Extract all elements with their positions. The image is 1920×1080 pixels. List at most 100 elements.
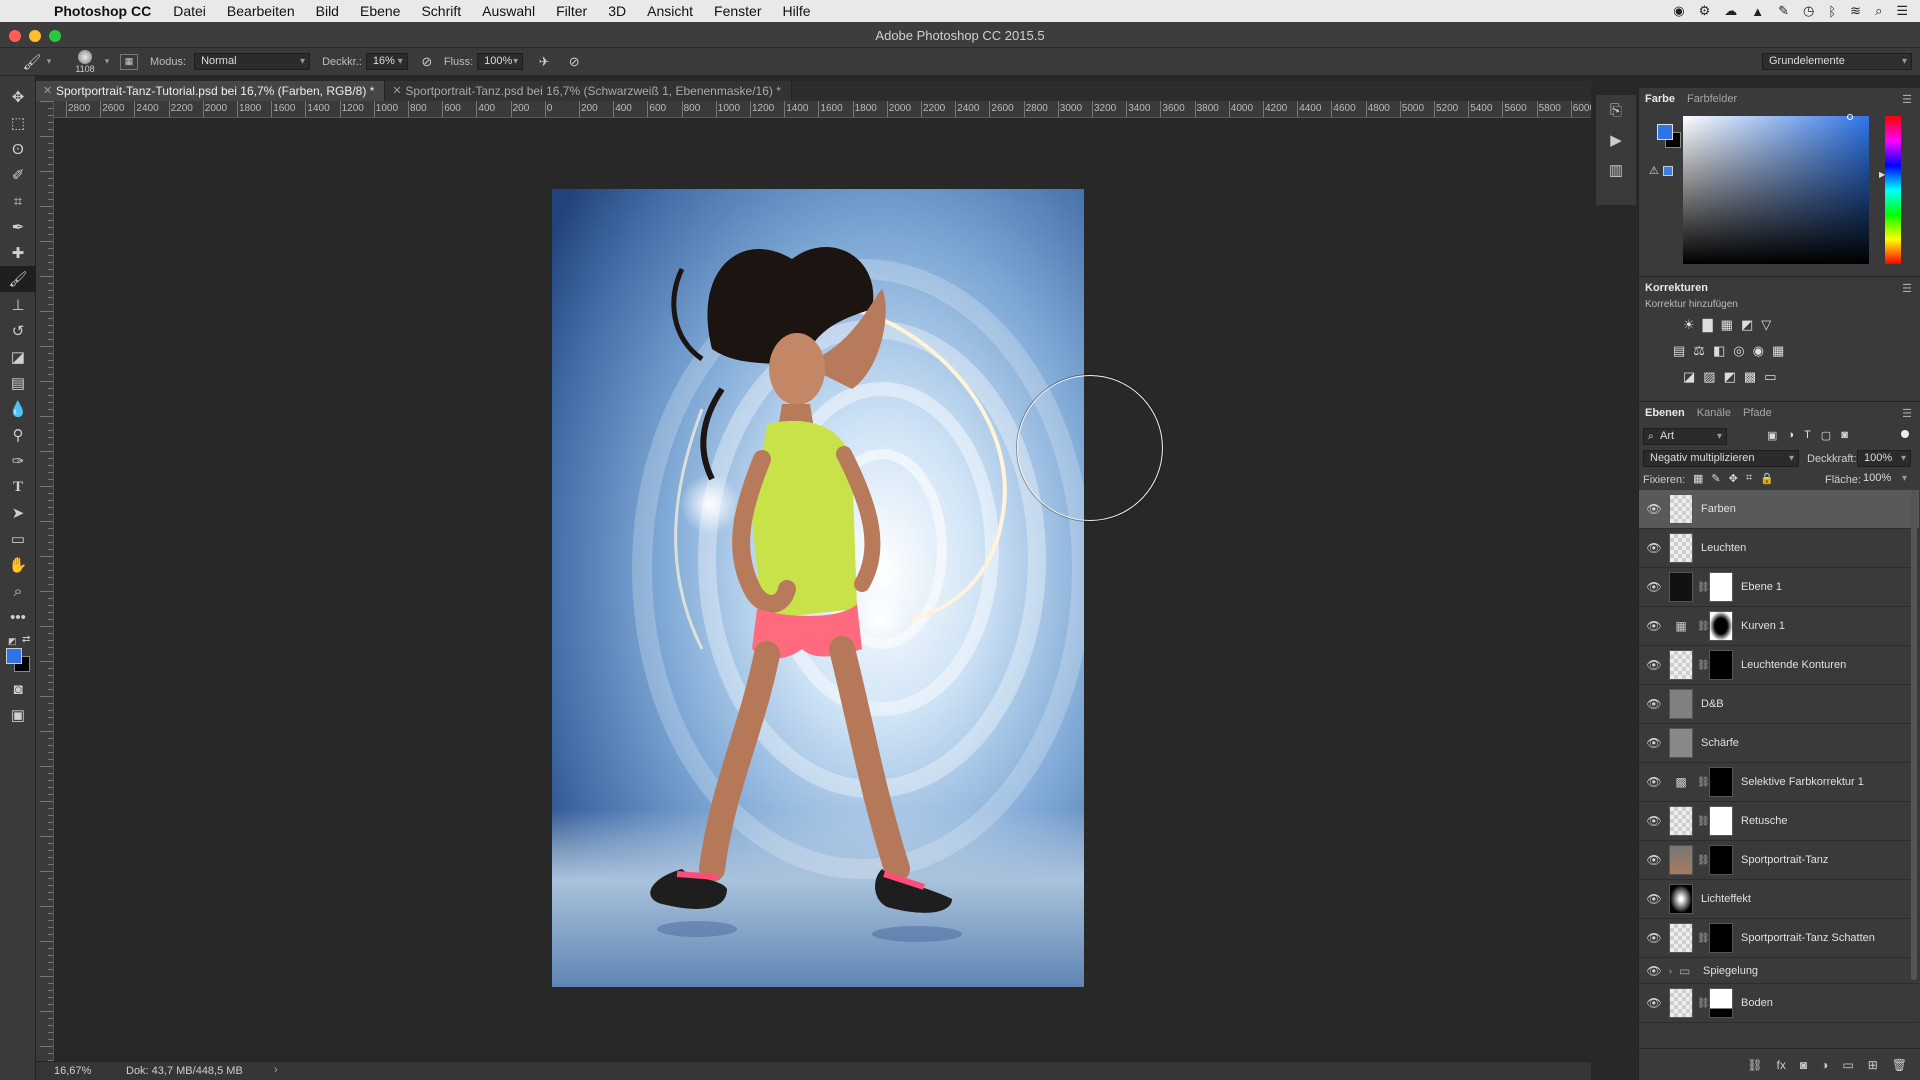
- layer-db[interactable]: 👁 D&B: [1639, 685, 1919, 724]
- channel-mixer-adjustment-icon[interactable]: ◉: [1753, 343, 1764, 359]
- close-tab-icon[interactable]: ✕: [43, 81, 52, 101]
- path-selection-tool-icon[interactable]: ➤: [0, 500, 36, 526]
- close-tab-icon[interactable]: ✕: [392, 81, 401, 101]
- layer-farben[interactable]: 👁 Farben: [1639, 490, 1919, 529]
- lock-transparent-pixels-icon[interactable]: ▦: [1693, 472, 1703, 485]
- mask-link-icon[interactable]: ⛓: [1697, 621, 1710, 632]
- layer-style-icon[interactable]: fx: [1777, 1058, 1786, 1072]
- panel-menu-icon[interactable]: ☰: [1902, 407, 1912, 420]
- layer-sportportrait-tanz[interactable]: 👁 ⛓ Sportportrait-Tanz: [1639, 841, 1919, 880]
- layer-filter-select[interactable]: ⌕ Art: [1643, 428, 1727, 445]
- lock-all-icon[interactable]: 🔒: [1760, 472, 1774, 485]
- mask-link-icon[interactable]: ⛓: [1697, 582, 1710, 593]
- menu-bearbeiten[interactable]: Bearbeiten: [227, 3, 295, 19]
- mask-link-icon[interactable]: ⛓: [1697, 816, 1710, 827]
- chevron-down-icon[interactable]: ▾: [44, 56, 54, 67]
- menu-hilfe[interactable]: Hilfe: [783, 3, 811, 19]
- opacity-input[interactable]: 16%: [365, 53, 408, 70]
- menu-datei[interactable]: Datei: [173, 3, 206, 19]
- filter-toggle-icon[interactable]: [1901, 430, 1909, 438]
- menu-fenster[interactable]: Fenster: [714, 3, 761, 19]
- brush-panel-toggle-icon[interactable]: ▦: [120, 53, 138, 70]
- brush-size-picker[interactable]: 1108: [68, 49, 102, 75]
- visibility-eye-icon[interactable]: 👁: [1639, 736, 1669, 750]
- color-picker-marker[interactable]: [1847, 114, 1853, 120]
- layer-leuchten[interactable]: 👁 Leuchten: [1639, 529, 1919, 568]
- layer-ebene-1[interactable]: 👁 ⛓ Ebene 1: [1639, 568, 1919, 607]
- filter-shape-icon[interactable]: ▢: [1821, 429, 1831, 442]
- screen-mode-icon[interactable]: ▣: [0, 702, 36, 728]
- visibility-eye-icon[interactable]: 👁: [1639, 931, 1669, 945]
- menu-app-name[interactable]: Photoshop CC: [54, 3, 151, 19]
- creative-cloud-icon[interactable]: ☁: [1724, 3, 1737, 19]
- filter-adjustment-icon[interactable]: ◑: [1787, 429, 1794, 442]
- lasso-tool-icon[interactable]: ʘ: [0, 136, 36, 162]
- brush-tool-preset-icon[interactable]: 🖌: [20, 53, 44, 71]
- new-adjustment-layer-icon[interactable]: ◑: [1821, 1058, 1828, 1072]
- selective-color-adjustment-icon[interactable]: ▩: [1744, 369, 1756, 385]
- eyedropper-tool-icon[interactable]: ✒: [0, 214, 36, 240]
- menu-3d[interactable]: 3D: [608, 3, 626, 19]
- actions-panel-icon[interactable]: ▶: [1596, 125, 1636, 155]
- menu-ansicht[interactable]: Ansicht: [647, 3, 693, 19]
- hand-tool-icon[interactable]: ✋: [0, 552, 36, 578]
- quick-selection-tool-icon[interactable]: ✐: [0, 162, 36, 188]
- tab-source-document[interactable]: ✕ Sportportrait-Tanz.psd bei 16,7% (Schw…: [385, 81, 792, 101]
- settings-icon[interactable]: ⚙: [1699, 3, 1711, 19]
- lock-position-icon[interactable]: ✥: [1729, 472, 1738, 485]
- pen-tool-icon[interactable]: ✑: [0, 448, 36, 474]
- gamut-warning-icon[interactable]: ⚠: [1649, 164, 1659, 177]
- tab-pfade[interactable]: Pfade: [1743, 407, 1772, 419]
- filter-pixel-icon[interactable]: ▣: [1767, 429, 1777, 442]
- layer-leuchtende-konturen[interactable]: 👁 ⛓ Leuchtende Konturen: [1639, 646, 1919, 685]
- mask-link-icon[interactable]: ⛓: [1697, 660, 1710, 671]
- link-layers-icon[interactable]: ⛓: [1747, 1058, 1762, 1072]
- group-expand-chevron-icon[interactable]: ›: [1669, 966, 1679, 976]
- layer-schaerfe[interactable]: 👁 Schärfe: [1639, 724, 1919, 763]
- layer-sportportrait-tanz-schatten[interactable]: 👁 ⛓ Sportportrait-Tanz Schatten: [1639, 919, 1919, 958]
- gradient-tool-icon[interactable]: ▤: [0, 370, 36, 396]
- record-icon[interactable]: ◉: [1673, 3, 1684, 19]
- layer-kurven-1[interactable]: 👁 ▦ ⛓ Kurven 1: [1639, 607, 1919, 646]
- color-field[interactable]: [1683, 116, 1869, 264]
- bluetooth-icon[interactable]: ᛒ: [1828, 4, 1836, 19]
- menu-schrift[interactable]: Schrift: [421, 3, 461, 19]
- drive-icon[interactable]: ▲: [1751, 4, 1764, 19]
- layer-lichteffekt[interactable]: 👁 Lichteffekt: [1639, 880, 1919, 919]
- color-balance-adjustment-icon[interactable]: ⚖: [1693, 343, 1705, 359]
- properties-panel-icon[interactable]: ▥: [1596, 155, 1636, 185]
- workspace-select[interactable]: Grundelemente: [1762, 53, 1912, 70]
- visibility-eye-icon[interactable]: 👁: [1639, 580, 1669, 594]
- web-safe-color-swatch[interactable]: [1663, 166, 1673, 176]
- vibrance-adjustment-icon[interactable]: ▽: [1761, 317, 1771, 333]
- blur-tool-icon[interactable]: 💧: [0, 396, 36, 422]
- wifi-icon[interactable]: ≋: [1850, 3, 1861, 19]
- threshold-adjustment-icon[interactable]: ◩: [1724, 369, 1736, 385]
- mask-link-icon[interactable]: ⛓: [1697, 855, 1710, 866]
- dodge-tool-icon[interactable]: ⚲: [0, 422, 36, 448]
- tab-kanaele[interactable]: Kanäle: [1697, 407, 1731, 419]
- new-layer-icon[interactable]: ⊞: [1868, 1058, 1878, 1072]
- airbrush-icon[interactable]: ✈: [535, 54, 553, 70]
- foreground-color-swatch[interactable]: [1657, 124, 1673, 140]
- hue-slider[interactable]: [1885, 116, 1901, 264]
- zoom-level[interactable]: 16,67%: [54, 1065, 91, 1077]
- rectangle-tool-icon[interactable]: ▭: [0, 526, 36, 552]
- script-icon[interactable]: ✎: [1778, 3, 1789, 19]
- menu-bild[interactable]: Bild: [316, 3, 339, 19]
- mask-link-icon[interactable]: ⛓: [1697, 998, 1710, 1009]
- gradient-map-adjustment-icon[interactable]: ▭: [1764, 369, 1776, 385]
- brightness-adjustment-icon[interactable]: ☀: [1683, 317, 1695, 333]
- visibility-eye-icon[interactable]: 👁: [1639, 697, 1669, 711]
- hue-saturation-adjustment-icon[interactable]: ▤: [1673, 343, 1685, 359]
- marquee-tool-icon[interactable]: ⬚: [0, 110, 36, 136]
- layer-opacity-input[interactable]: 100%: [1857, 450, 1911, 467]
- document-canvas[interactable]: [54, 118, 1591, 1061]
- lock-artboard-icon[interactable]: ⌗: [1746, 472, 1752, 485]
- mode-select[interactable]: Normal: [194, 53, 311, 70]
- zoom-tool-icon[interactable]: ⌕: [0, 578, 36, 604]
- filter-smart-object-icon[interactable]: ◙: [1841, 429, 1848, 442]
- visibility-eye-icon[interactable]: 👁: [1639, 775, 1669, 789]
- photo-filter-adjustment-icon[interactable]: ◎: [1733, 343, 1744, 359]
- delete-layer-icon[interactable]: 🗑: [1892, 1058, 1907, 1072]
